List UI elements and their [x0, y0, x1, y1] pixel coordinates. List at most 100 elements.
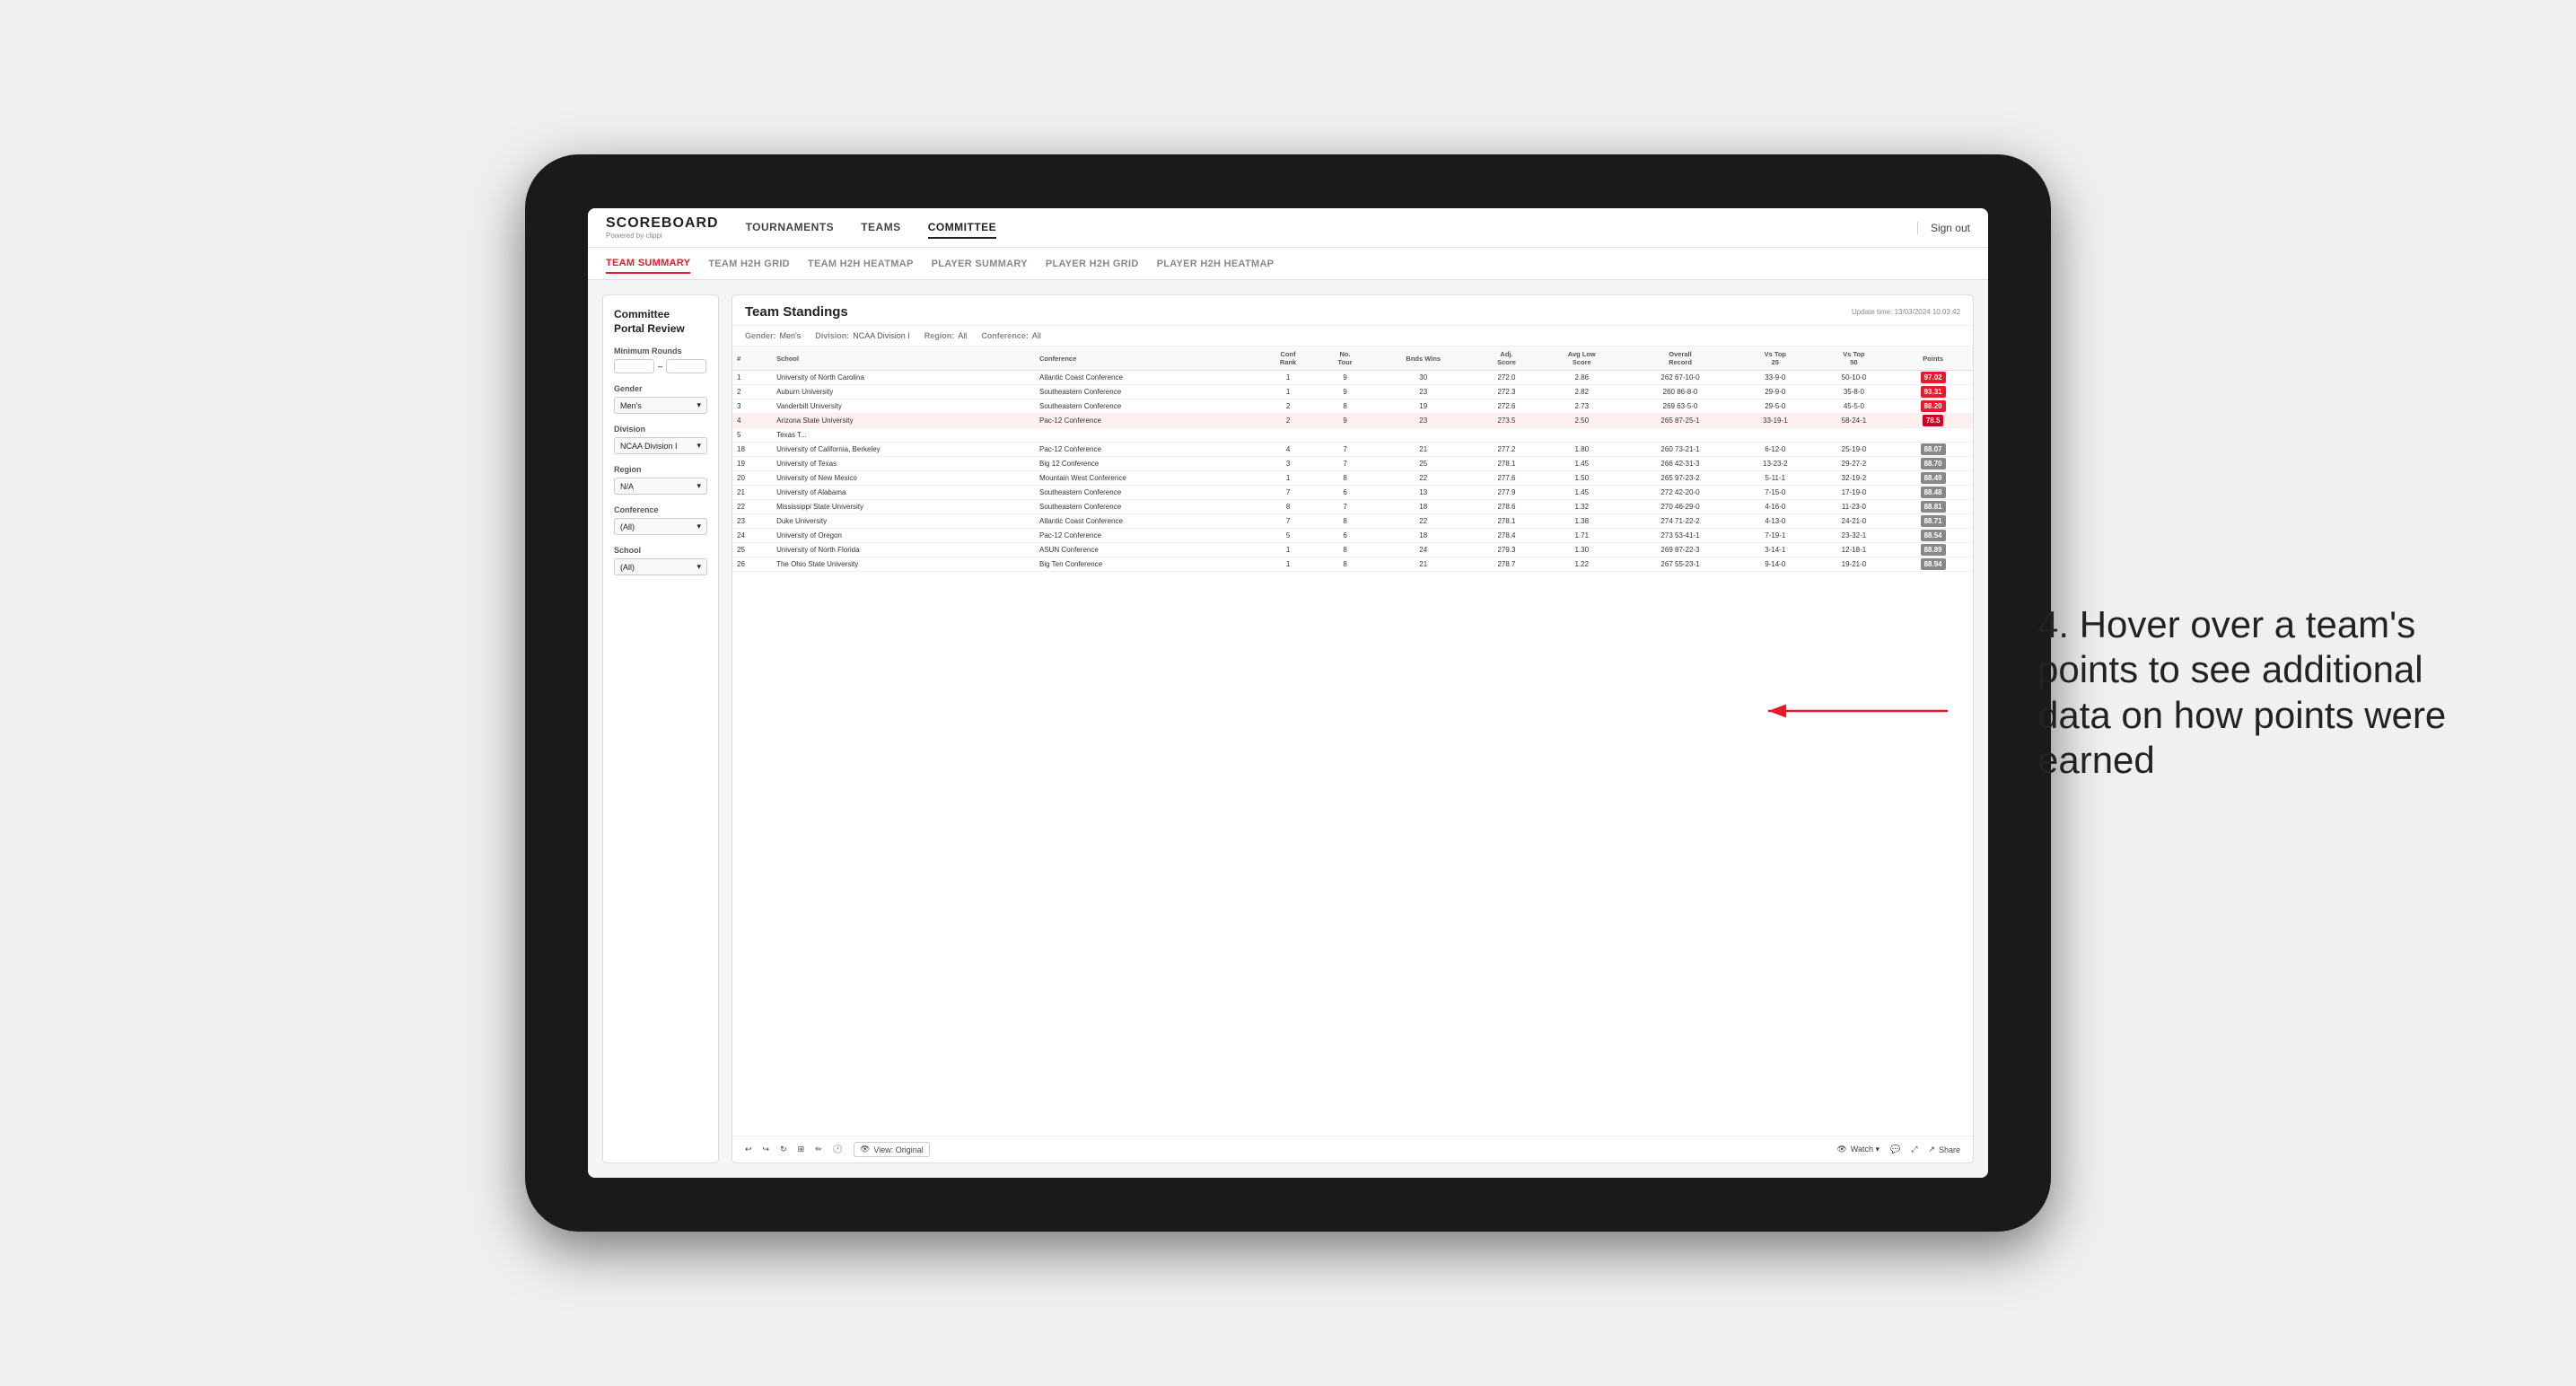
filter-gender-label: Gender [614, 384, 707, 393]
chevron-down-icon-2: ▾ [697, 441, 701, 451]
watch-button[interactable]: 👁 Watch ▾ [1836, 1145, 1879, 1154]
view-label: View: Original [873, 1145, 923, 1154]
division-key: Division: [815, 331, 849, 340]
points-cell[interactable]: 97.02 [1893, 371, 1973, 385]
filter-region-select[interactable]: N/A ▾ [614, 478, 707, 495]
sub-nav-player-h2h-grid[interactable]: PLAYER H2H GRID [1046, 255, 1139, 273]
points-badge[interactable]: 88.20 [1921, 400, 1946, 412]
watch-label: Watch ▾ [1851, 1145, 1879, 1154]
points-badge[interactable]: 88.71 [1921, 515, 1946, 527]
panel-title: Team Standings [745, 304, 848, 320]
panel-header: Team Standings Update time: 13/03/2024 1… [732, 295, 1973, 326]
nav-tournaments[interactable]: TOURNAMENTS [746, 217, 835, 239]
undo-button[interactable]: ↩ [745, 1145, 752, 1154]
conf-cell: Atlantic Coast Conference [1035, 371, 1258, 385]
share-label: Share [1939, 1145, 1960, 1154]
rank-cell: 1 [732, 371, 772, 385]
copy-button[interactable]: ⊞ [798, 1145, 805, 1154]
filter-range: – [614, 359, 707, 373]
logo-text: SCOREBOARD [606, 215, 719, 232]
filter-school-select[interactable]: (All) ▾ [614, 558, 707, 575]
th-overall-record: OverallRecord [1625, 346, 1736, 371]
points-badge-hovered[interactable]: 78.5 [1923, 415, 1944, 426]
points-badge[interactable]: 88.94 [1921, 558, 1946, 570]
annotation-arrow [1759, 684, 1957, 738]
filter-division-value: NCAA Division I [620, 442, 678, 451]
th-no-tour: No.Tour [1318, 346, 1372, 371]
nav-committee[interactable]: COMMITTEE [928, 217, 997, 239]
th-vs-top25: Vs Top25 [1736, 346, 1815, 371]
chevron-down-icon-5: ▾ [697, 562, 701, 572]
table-row: 20 University of New Mexico Mountain Wes… [732, 471, 1973, 486]
share-button[interactable]: ↗ Share [1928, 1145, 1960, 1154]
points-badge[interactable]: 88.07 [1921, 443, 1946, 455]
table-row: 3 Vanderbilt University Southeastern Con… [732, 399, 1973, 414]
filter-range-from[interactable] [614, 359, 654, 373]
conference-key: Conference: [981, 331, 1029, 340]
table-row: 5 Texas T... [732, 428, 1973, 443]
filter-division-select[interactable]: NCAA Division I ▾ [614, 437, 707, 454]
sub-nav-team-summary[interactable]: TEAM SUMMARY [606, 254, 690, 274]
region-key: Region: [924, 331, 955, 340]
chevron-down-icon-4: ▾ [697, 522, 701, 531]
table-row: 18 University of California, Berkeley Pa… [732, 443, 1973, 457]
left-panel: CommitteePortal Review Minimum Rounds – … [602, 294, 719, 1163]
sub-nav-team-h2h-heatmap[interactable]: TEAM H2H HEATMAP [808, 255, 914, 273]
filter-region: Region N/A ▾ [614, 465, 707, 495]
filter-range-to[interactable] [666, 359, 706, 373]
vstop25-cell: 33-9-0 [1736, 371, 1815, 385]
sign-out-button[interactable]: Sign out [1917, 222, 1970, 234]
redo-button[interactable]: ↪ [763, 1145, 770, 1154]
filter-division: Division NCAA Division I ▾ [614, 425, 707, 454]
comment-button[interactable]: 💬 [1890, 1145, 1900, 1154]
chevron-down-icon-3: ▾ [697, 481, 701, 491]
logo-area: SCOREBOARD Powered by clippi [606, 215, 719, 240]
table-container[interactable]: # School Conference ConfRank No.Tour Bnd… [732, 346, 1973, 1136]
th-vs-top50: Vs Top50 [1815, 346, 1894, 371]
points-badge[interactable]: 88.89 [1921, 544, 1946, 556]
points-badge[interactable]: 97.02 [1921, 372, 1946, 383]
nav-teams[interactable]: TEAMS [861, 217, 901, 239]
points-badge[interactable]: 88.81 [1921, 501, 1946, 513]
table-row: 19 University of Texas Big 12 Conference… [732, 457, 1973, 471]
points-badge[interactable]: 88.48 [1921, 487, 1946, 498]
points-badge[interactable]: 93.31 [1921, 386, 1946, 398]
gender-val: Men's [780, 331, 802, 340]
bnds-cell: 30 [1372, 371, 1475, 385]
view-original-button[interactable]: 👁 View: Original [854, 1142, 930, 1157]
gender-key: Gender: [745, 331, 776, 340]
expand-button[interactable]: ⤢ [1911, 1145, 1917, 1154]
filter-min-rounds: Minimum Rounds – [614, 346, 707, 373]
sub-nav-player-h2h-heatmap[interactable]: PLAYER H2H HEATMAP [1157, 255, 1275, 273]
paint-button[interactable]: ✏ [815, 1145, 822, 1154]
top-nav: SCOREBOARD Powered by clippi TOURNAMENTS… [588, 208, 1988, 248]
filter-conference: Conference (All) ▾ [614, 505, 707, 535]
annotation-text: 4. Hover over a team's points to see add… [2037, 602, 2486, 784]
th-school: School [772, 346, 1035, 371]
refresh-button[interactable]: ↻ [780, 1145, 787, 1154]
points-badge[interactable]: 88.54 [1921, 530, 1946, 541]
share-icon: ↗ [1928, 1145, 1935, 1154]
filter-region-value: N/A [620, 482, 634, 491]
points-badge[interactable]: 88.70 [1921, 458, 1946, 469]
th-avg-low: Avg LowScore [1538, 346, 1625, 371]
filter-division-label: Division [614, 425, 707, 434]
th-points: Points [1893, 346, 1973, 371]
filter-gender-select[interactable]: Men's ▾ [614, 397, 707, 414]
filter-region-label: Region [614, 465, 707, 474]
table-row: 23 Duke University Atlantic Coast Confer… [732, 514, 1973, 529]
th-bnds-wins: Bnds Wins [1372, 346, 1475, 371]
division-val: NCAA Division I [853, 331, 910, 340]
sub-nav-team-h2h-grid[interactable]: TEAM H2H GRID [708, 255, 790, 273]
active-filter-gender: Gender: Men's [745, 331, 801, 340]
filter-gender: Gender Men's ▾ [614, 384, 707, 414]
points-badge[interactable]: 88.49 [1921, 472, 1946, 484]
th-conf-rank: ConfRank [1258, 346, 1318, 371]
table-row: 22 Mississippi State University Southeas… [732, 500, 1973, 514]
filter-conference-select[interactable]: (All) ▾ [614, 518, 707, 535]
filter-school-label: School [614, 546, 707, 555]
sub-nav-player-summary[interactable]: PLAYER SUMMARY [932, 255, 1028, 273]
clock-button[interactable]: 🕐 [833, 1145, 843, 1154]
filter-school-value: (All) [620, 563, 635, 572]
eye-icon: 👁 [1836, 1145, 1846, 1154]
